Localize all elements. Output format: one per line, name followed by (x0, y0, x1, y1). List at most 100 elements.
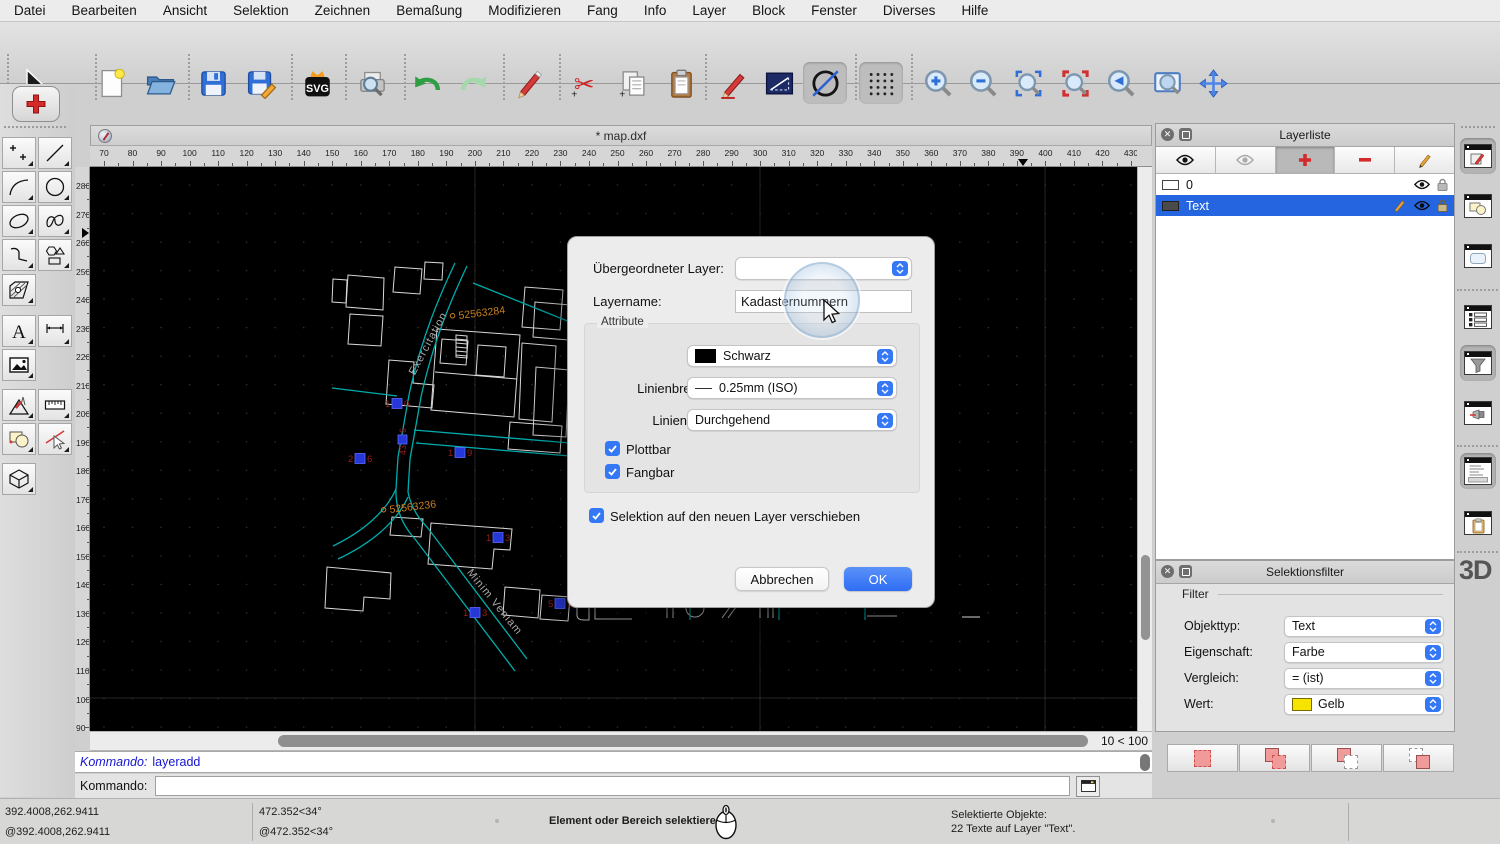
open-button[interactable] (138, 62, 182, 104)
select-remove-button[interactable] (1311, 744, 1382, 772)
close-panel-icon[interactable]: ✕ (1161, 128, 1174, 141)
copy-button[interactable]: + (611, 62, 655, 104)
menu-block[interactable]: Block (752, 3, 785, 18)
remove-layer-button[interactable] (1335, 147, 1395, 173)
menu-layer[interactable]: Layer (692, 3, 726, 18)
layer-edit-icon[interactable] (1392, 198, 1407, 213)
hatch-tool[interactable] (2, 274, 36, 306)
circle-tool-button[interactable] (803, 62, 847, 104)
canvas-vertical-scrollbar[interactable] (1137, 167, 1152, 731)
layer-color-swatch[interactable] (1162, 201, 1179, 211)
layer-row-0[interactable]: 0 (1156, 174, 1454, 195)
menu-modifizieren[interactable]: Modifizieren (488, 3, 561, 18)
filter-panel-header[interactable]: ✕ Selektionsfilter (1156, 561, 1454, 584)
layer-visible-icon[interactable] (1414, 179, 1430, 190)
cut-button[interactable]: ✂+ (563, 62, 607, 104)
dock-view-list-button[interactable] (1460, 238, 1496, 274)
add-toolbar-button[interactable] (12, 86, 60, 122)
layer-panel-header[interactable]: ✕ Layerliste (1156, 124, 1454, 147)
arc-tool[interactable] (2, 171, 36, 203)
undo-button[interactable] (405, 62, 449, 104)
zoom-previous-button[interactable] (1099, 62, 1143, 104)
color-dropdown[interactable]: Schwarz (687, 345, 897, 367)
zoom-auto-button[interactable] (1006, 62, 1050, 104)
zoom-in-button[interactable] (916, 62, 960, 104)
history-scrollbar-thumb[interactable] (1140, 754, 1150, 771)
parent-layer-dropdown[interactable] (735, 257, 912, 280)
add-layer-button[interactable] (1276, 147, 1336, 173)
dimension-tool[interactable] (38, 315, 72, 347)
dock-clipboard-button[interactable] (1460, 505, 1496, 541)
menu-bearbeiten[interactable]: Bearbeiten (72, 3, 137, 18)
canvas-horizontal-scrollbar[interactable]: 10 < 100 (90, 731, 1152, 751)
cancel-button[interactable]: Abbrechen (735, 567, 829, 591)
command-input[interactable] (155, 776, 1070, 796)
linetype-dropdown[interactable]: Durchgehend (687, 409, 897, 431)
dock-selection-filter-button[interactable] (1460, 345, 1496, 381)
layer-lock-icon[interactable] (1437, 199, 1448, 212)
polyline-tool[interactable] (2, 239, 36, 271)
menu-selektion[interactable]: Selektion (233, 3, 289, 18)
vergleich-dropdown[interactable]: = (ist) (1284, 668, 1444, 689)
hide-all-layers-button[interactable] (1216, 147, 1276, 173)
mode-3d-button[interactable]: 3D (1459, 555, 1492, 586)
palette-drag-handle[interactable] (4, 126, 66, 128)
cadastre-label-vertical[interactable]: 436 (398, 428, 408, 455)
edit-layer-button[interactable] (1395, 147, 1454, 173)
ellipse-tool[interactable] (2, 205, 36, 237)
save-as-button[interactable] (239, 62, 283, 104)
new-button[interactable] (90, 62, 134, 104)
svg-export-button[interactable]: SVG (295, 62, 339, 104)
close-panel-icon[interactable]: ✕ (1161, 565, 1174, 578)
menu-fenster[interactable]: Fenster (811, 3, 857, 18)
zoom-selection-button[interactable] (1053, 62, 1097, 104)
text-tool[interactable]: A (2, 315, 36, 347)
circle-tool[interactable] (38, 171, 72, 203)
eigenschaft-dropdown[interactable]: Farbe (1284, 642, 1444, 663)
line-tool-button[interactable] (757, 62, 801, 104)
save-button[interactable] (191, 62, 235, 104)
dock-property-list-button[interactable] (1460, 299, 1496, 335)
menu-datei[interactable]: Datei (14, 3, 46, 18)
redo-button[interactable] (451, 62, 495, 104)
select-intersect-button[interactable] (1383, 744, 1454, 772)
scrollbar-thumb[interactable] (278, 735, 1088, 747)
detach-panel-icon[interactable] (1179, 128, 1192, 141)
dock-block-list-button[interactable] (1460, 188, 1496, 224)
layer-lock-icon[interactable] (1437, 178, 1448, 191)
zoom-window-button[interactable] (1145, 62, 1189, 104)
snappable-checkbox[interactable] (605, 464, 620, 479)
layer-row-text[interactable]: Text (1156, 195, 1454, 216)
spline-tool[interactable] (38, 205, 72, 237)
dock-layer-list-button[interactable] (1460, 138, 1496, 174)
menu-diverses[interactable]: Diverses (883, 3, 936, 18)
ok-button[interactable]: OK (844, 567, 912, 591)
select-new-button[interactable] (1167, 744, 1238, 772)
menu-zeichnen[interactable]: Zeichnen (315, 3, 371, 18)
layer-color-swatch[interactable] (1162, 180, 1179, 190)
menu-info[interactable]: Info (644, 3, 667, 18)
drawing-window-titlebar[interactable]: * map.dxf (90, 125, 1152, 146)
construction-tool[interactable] (2, 389, 36, 421)
delete-button[interactable] (507, 62, 551, 104)
plottable-checkbox[interactable] (605, 441, 620, 456)
pan-button[interactable] (1191, 62, 1235, 104)
console-toggle-button[interactable] (1076, 776, 1100, 797)
paste-button[interactable] (659, 62, 703, 104)
linewidth-dropdown[interactable]: 0.25mm (ISO) (687, 377, 897, 399)
select-add-button[interactable] (1239, 744, 1310, 772)
move-selection-checkbox[interactable] (589, 508, 604, 523)
layer-visible-icon[interactable] (1414, 200, 1430, 211)
measure-tool[interactable] (38, 389, 72, 421)
line-tool[interactable] (38, 137, 72, 169)
select-entity-tool[interactable] (38, 423, 72, 455)
show-all-layers-button[interactable] (1156, 147, 1216, 173)
scrollbar-thumb[interactable] (1141, 555, 1150, 640)
print-preview-button[interactable] (350, 62, 394, 104)
dock-library-browser-button[interactable] (1460, 395, 1496, 431)
grid-toggle-button[interactable] (859, 62, 903, 104)
wert-dropdown[interactable]: Gelb (1284, 694, 1444, 715)
box-3d-tool[interactable] (2, 463, 36, 495)
edit-button[interactable] (711, 62, 755, 104)
image-tool[interactable] (2, 349, 36, 381)
